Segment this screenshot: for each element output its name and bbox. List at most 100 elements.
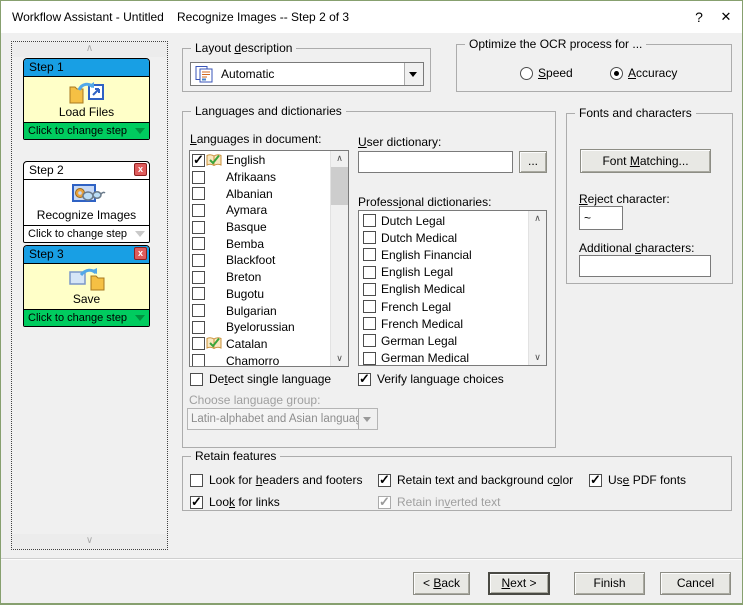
professional-dictionary-row[interactable]: German Legal [359, 332, 529, 349]
retain-inverted-text-checkbox: Retain inverted text [378, 495, 500, 509]
dictionary-checkbox[interactable] [363, 317, 376, 330]
scroll-down-icon[interactable]: ∨ [529, 350, 546, 365]
professional-dictionary-row[interactable]: German Medical [359, 350, 529, 367]
layout-description-combobox[interactable]: Automatic [190, 62, 424, 86]
language-checkbox[interactable] [192, 304, 205, 317]
scroll-up-icon[interactable]: ∧ [331, 151, 348, 166]
step-card-save[interactable]: Step 3 x Save Click to change step [23, 245, 150, 327]
help-button[interactable]: ? [688, 6, 710, 28]
detect-single-language-checkbox[interactable]: Detect single language [190, 372, 331, 386]
language-row[interactable]: Bulgarian [190, 302, 331, 319]
language-row[interactable]: Bemba [190, 235, 331, 252]
step-close-icon[interactable]: x [134, 163, 147, 176]
dictionary-checkbox[interactable] [363, 352, 376, 365]
font-matching-button[interactable]: Font Matching... [580, 149, 711, 173]
language-checkbox[interactable] [192, 221, 205, 234]
language-row[interactable]: Catalan [190, 336, 331, 353]
retain-text-bg-color-checkbox[interactable]: Retain text and background color [378, 473, 573, 487]
chevron-down-icon [135, 315, 145, 321]
professional-dictionary-row[interactable]: French Medical [359, 315, 529, 332]
scroll-down-icon[interactable]: ∨ [12, 534, 167, 549]
languages-dictionaries-group: Languages and dictionaries Languages in … [182, 111, 556, 448]
professional-dictionary-row[interactable]: English Medical [359, 281, 529, 298]
verify-language-choices-checkbox[interactable]: Verify language choices [358, 372, 504, 386]
step-change-bar[interactable]: Click to change step [24, 310, 149, 326]
professional-dictionaries-list[interactable]: Dutch Legal Dutch Medical English Financ… [358, 210, 547, 366]
professional-scrollbar[interactable]: ∧ ∨ [528, 211, 546, 365]
checkbox-icon[interactable] [190, 496, 203, 509]
cancel-button[interactable]: Cancel [660, 572, 731, 595]
language-checkbox[interactable] [192, 337, 205, 350]
checkbox-icon[interactable] [378, 474, 391, 487]
radio-icon[interactable] [610, 67, 623, 80]
professional-dictionary-row[interactable]: English Financial [359, 246, 529, 263]
step-change-bar[interactable]: Click to change step [24, 226, 149, 242]
dictionary-checkbox[interactable] [363, 334, 376, 347]
language-checkbox[interactable] [192, 171, 205, 184]
step-change-bar[interactable]: Click to change step [24, 123, 149, 139]
headers-footers-checkbox[interactable]: Look for headers and footers [190, 473, 362, 487]
language-checkbox[interactable] [192, 354, 205, 367]
language-row[interactable]: Afrikaans [190, 169, 331, 186]
language-checkbox[interactable] [192, 204, 205, 217]
next-button[interactable]: Next > [488, 572, 550, 595]
back-button[interactable]: < Back [413, 572, 470, 595]
radio-icon[interactable] [520, 67, 533, 80]
professional-dictionary-row[interactable]: Dutch Legal [359, 212, 529, 229]
radio-speed[interactable]: Speed [520, 66, 573, 80]
language-row[interactable]: Bugotu [190, 286, 331, 303]
use-pdf-fonts-checkbox[interactable]: Use PDF fonts [589, 473, 686, 487]
browse-button[interactable]: ... [519, 151, 547, 173]
professional-dictionary-row[interactable]: French Legal [359, 298, 529, 315]
combo-dropdown-button[interactable] [404, 63, 423, 85]
dictionary-label: French Legal [381, 300, 451, 314]
step-title: Step 2 [29, 163, 64, 177]
language-checkbox[interactable] [192, 254, 205, 267]
radio-accuracy[interactable]: Accuracy [610, 66, 677, 80]
language-row[interactable]: Breton [190, 269, 331, 286]
reject-character-input[interactable] [579, 206, 623, 230]
user-dictionary-input[interactable] [358, 151, 513, 173]
dictionary-checkbox[interactable] [363, 266, 376, 279]
scroll-down-icon[interactable]: ∨ [331, 351, 348, 366]
language-row[interactable]: Albanian [190, 185, 331, 202]
language-checkbox[interactable] [192, 287, 205, 300]
languages-scrollbar[interactable]: ∧ ∨ [330, 151, 348, 366]
professional-dictionary-row[interactable]: Dutch Medical [359, 229, 529, 246]
dictionary-checkbox[interactable] [363, 231, 376, 244]
language-row[interactable]: Basque [190, 219, 331, 236]
language-row[interactable]: Aymara [190, 202, 331, 219]
step-card-load-files[interactable]: Step 1 Load Files Click to change step [23, 58, 150, 140]
language-row[interactable]: Blackfoot [190, 252, 331, 269]
checkbox-icon[interactable] [589, 474, 602, 487]
checkbox-icon[interactable] [190, 474, 203, 487]
dictionary-checkbox[interactable] [363, 248, 376, 261]
checkbox-icon[interactable] [358, 373, 371, 386]
finish-button[interactable]: Finish [574, 572, 645, 595]
additional-characters-input[interactable] [579, 255, 711, 277]
look-for-links-checkbox[interactable]: Look for links [190, 495, 280, 509]
languages-list[interactable]: English Afrikaans [189, 150, 349, 367]
dictionary-checkbox[interactable] [363, 214, 376, 227]
step-card-recognize-images[interactable]: Step 2 x Recognize Images Click to chang… [23, 161, 150, 243]
step-close-icon[interactable]: x [134, 247, 147, 260]
scroll-up-icon[interactable]: ∧ [529, 211, 546, 226]
scroll-up-icon[interactable]: ∧ [12, 42, 167, 57]
dictionary-checkbox[interactable] [363, 300, 376, 313]
step-body[interactable]: Load Files [24, 76, 149, 123]
language-checkbox[interactable] [192, 271, 205, 284]
language-row[interactable]: Chamorro [190, 352, 331, 367]
step-body[interactable]: Recognize Images [24, 179, 149, 226]
language-checkbox[interactable] [192, 154, 205, 167]
professional-dictionary-row[interactable]: English Legal [359, 264, 529, 281]
dictionary-checkbox[interactable] [363, 283, 376, 296]
language-row[interactable]: Byelorussian [190, 319, 331, 336]
language-checkbox[interactable] [192, 321, 205, 334]
language-checkbox[interactable] [192, 187, 205, 200]
language-checkbox[interactable] [192, 237, 205, 250]
close-button[interactable]: ✕ [715, 6, 737, 28]
step-body[interactable]: Save [24, 263, 149, 310]
scrollbar-thumb[interactable] [331, 167, 348, 205]
language-row[interactable]: English [190, 152, 331, 169]
checkbox-icon[interactable] [190, 373, 203, 386]
